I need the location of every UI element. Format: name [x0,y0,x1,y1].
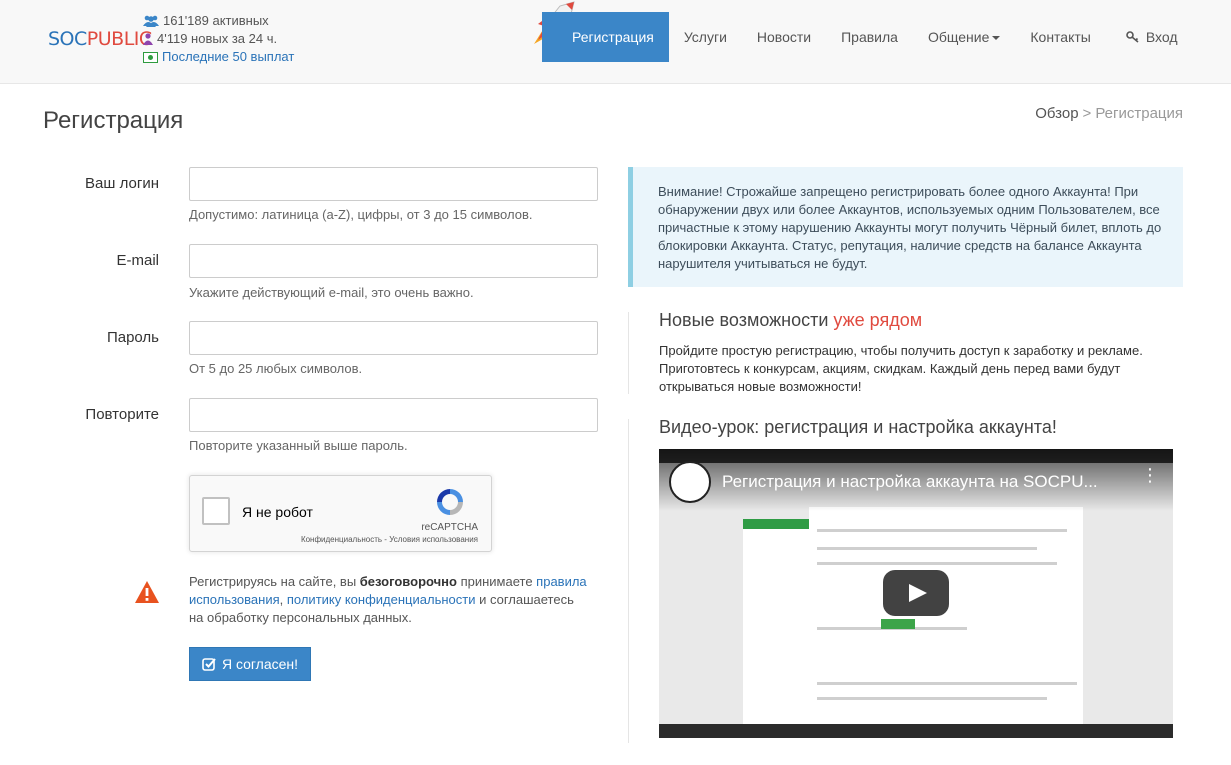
caret-down-icon [992,36,1001,41]
stat-active-text: 161'189 активных [163,13,269,28]
video-taskbar [659,724,1173,738]
video-sidebar-active [743,519,809,529]
nav-services[interactable]: Услуги [669,12,742,62]
features-title: Новые возможности уже рядом [659,310,922,331]
money-icon [143,51,158,63]
page-title: Регистрация [43,107,184,134]
video-line [817,562,1057,565]
repeat-password-input[interactable] [189,398,598,432]
features-text: Пройдите простую регистрацию, чтобы полу… [659,343,1143,394]
divider-line [628,419,629,743]
agree-button-label: Я согласен! [221,656,299,672]
recaptcha-links[interactable]: Конфиденциальность - Условия использован… [301,535,478,544]
email-label: E-mail [116,252,159,269]
nav-community-label: Общение [927,29,990,45]
recaptcha-checkbox[interactable] [202,497,230,525]
stat-new: 4'119 новых за 24 ч. [143,30,294,48]
site-stats: 161'189 активных 4'119 новых за 24 ч. По… [143,12,294,66]
breadcrumb-separator: > [1082,105,1092,122]
video-line [817,682,1077,685]
terms-comma: , [279,592,287,607]
nav-news[interactable]: Новости [742,12,826,62]
channel-avatar[interactable] [669,461,711,503]
terms-text: Регистрируясь на сайте, вы безоговорочно… [189,573,589,627]
login-help: Допустимо: латиница (a-Z), цифры, от 3 д… [189,207,533,222]
main-nav: Регистрация Услуги Новости Правила Общен… [542,12,1193,62]
video-content [809,507,1083,729]
email-input[interactable] [189,244,598,278]
user-icon [143,33,153,45]
warning-icon [135,581,159,603]
nav-contacts[interactable]: Контакты [1015,12,1105,62]
password-input[interactable] [189,321,598,355]
agree-button[interactable]: Я согласен! [189,647,311,681]
password-label: Пароль [106,329,159,346]
stat-payouts[interactable]: Последние 50 выплат [143,48,294,66]
nav-rules[interactable]: Правила [826,12,913,62]
terms-bold: безоговорочно [359,574,457,589]
recaptcha-brand: reCAPTCHA [421,522,478,533]
more-options-icon[interactable]: ⋮ [1141,466,1159,484]
features-title-text: Новые возможности [659,310,834,330]
video-player[interactable]: Регистрация и настройка аккаунта на SOCP… [659,449,1173,738]
video-line [817,547,1037,550]
play-button[interactable] [883,570,949,616]
repeat-password-label: Повторите [85,406,159,423]
email-help: Укажите действующий e-mail, это очень ва… [189,285,474,300]
breadcrumb-current: Регистрация [1095,105,1183,122]
video-green-button [881,619,915,629]
privacy-policy-link[interactable]: политику конфиденциальности [287,592,476,607]
features-title-accent: уже рядом [833,310,923,330]
video-section-title: Видео-урок: регистрация и настройка акка… [659,417,1057,437]
recaptcha-widget: Я не робот reCAPTCHA Конфиденциальность … [189,475,492,552]
site-logo[interactable]: SOCPUBLIC [48,28,152,50]
stat-new-text: 4'119 новых за 24 ч. [157,31,278,46]
breadcrumb: Обзор > Регистрация [1035,105,1183,122]
nav-login-label: Вход [1145,29,1178,45]
warning-alert: Внимание! Строжайше запрещено регистриро… [628,167,1183,287]
payouts-link[interactable]: Последние 50 выплат [162,48,294,66]
recaptcha-logo-icon [437,489,463,515]
video-line [817,529,1067,532]
password-help: От 5 до 25 любых символов. [189,361,363,376]
logo-public: PUBLIC [86,28,152,50]
site-header: SOCPUBLIC 161'189 активных 4'119 новых з… [0,0,1231,84]
nav-community[interactable]: Общение [913,12,1015,62]
nav-login[interactable]: Вход [1106,12,1193,62]
login-label: Ваш логин [85,175,159,192]
recaptcha-label: Я не робот [242,504,313,520]
login-input[interactable] [189,167,598,201]
users-icon [143,15,159,27]
breadcrumb-root[interactable]: Обзор [1035,105,1078,122]
stat-active: 161'189 активных [143,12,294,30]
terms-part2: принимаете [456,574,537,589]
checkbox-check-icon [202,658,216,671]
divider-line [628,312,629,394]
video-sidebar [743,519,809,729]
repeat-password-help: Повторите указанный выше пароль. [189,438,408,453]
logo-soc: SOC [48,28,87,50]
key-icon [1126,31,1139,43]
terms-part1: Регистрируясь на сайте, вы [189,574,360,589]
video-line [817,697,1047,700]
video-title[interactable]: Регистрация и настройка аккаунта на SOCP… [722,472,1098,492]
nav-register[interactable]: Регистрация [542,12,669,62]
